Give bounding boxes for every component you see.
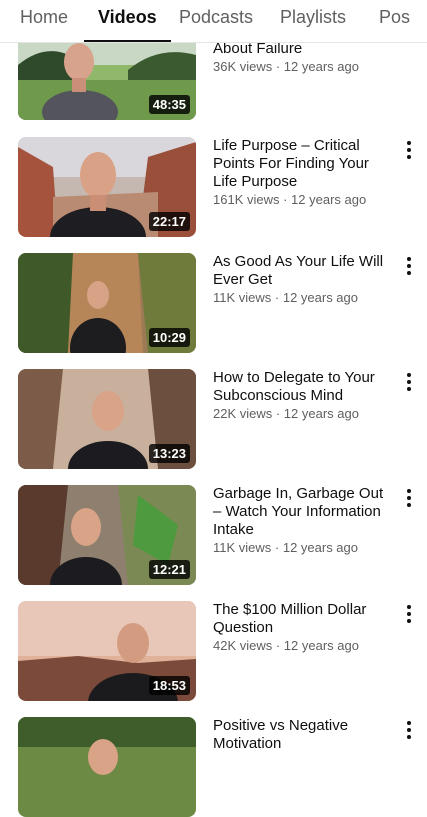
video-meta: Positive vs Negative Motivation (213, 717, 393, 753)
tab-playlists[interactable]: Playlists (280, 0, 346, 42)
video-stats: 11K views · 12 years ago (213, 540, 358, 555)
video-stats: 22K views · 12 years ago (213, 406, 359, 421)
video-row: 13:23 How to Delegate to Your Subconscio… (0, 369, 427, 469)
video-meta: As Good As Your Life Will Ever Get 11K v… (213, 253, 393, 306)
video-title[interactable]: Positive vs Negative Motivation (213, 717, 393, 753)
video-feed: 48:35 About Failure 36K views · 12 years… (0, 0, 427, 817)
more-options-icon[interactable] (399, 603, 419, 625)
video-meta: The $100 Million Dollar Question 42K vie… (213, 601, 393, 654)
tab-posts[interactable]: Pos (379, 0, 410, 42)
more-options-icon[interactable] (399, 487, 419, 509)
video-thumbnail[interactable] (18, 717, 196, 817)
video-title[interactable]: The $100 Million Dollar Question (213, 601, 393, 637)
video-meta: About Failure 36K views · 12 years ago (213, 40, 393, 75)
video-thumbnail[interactable]: 10:29 (18, 253, 196, 353)
video-row: 18:53 The $100 Million Dollar Question 4… (0, 601, 427, 701)
tab-videos[interactable]: Videos (84, 0, 171, 42)
more-options-icon[interactable] (399, 371, 419, 393)
video-duration: 13:23 (148, 444, 190, 463)
video-meta: Garbage In, Garbage Out – Watch Your Inf… (213, 485, 393, 556)
video-title[interactable]: Life Purpose – Critical Points For Findi… (213, 137, 393, 191)
video-duration: 10:29 (148, 328, 190, 347)
video-thumbnail[interactable]: 13:23 (18, 369, 196, 469)
video-stats: 161K views · 12 years ago (213, 192, 367, 207)
video-row: Positive vs Negative Motivation (0, 717, 427, 817)
video-duration: 22:17 (148, 212, 190, 231)
video-row: 12:21 Garbage In, Garbage Out – Watch Yo… (0, 485, 427, 585)
more-options-icon[interactable] (399, 255, 419, 277)
video-title[interactable]: Garbage In, Garbage Out – Watch Your Inf… (213, 485, 393, 539)
video-duration: 12:21 (148, 560, 190, 579)
video-row: 22:17 Life Purpose – Critical Points For… (0, 137, 427, 237)
video-title[interactable]: How to Delegate to Your Subconscious Min… (213, 369, 393, 405)
more-options-icon[interactable] (399, 139, 419, 161)
video-duration: 18:53 (148, 676, 190, 695)
video-thumbnail[interactable]: 18:53 (18, 601, 196, 701)
video-stats: 36K views · 12 years ago (213, 59, 359, 74)
video-stats: 42K views · 12 years ago (213, 638, 359, 653)
video-meta: How to Delegate to Your Subconscious Min… (213, 369, 393, 422)
video-row: 10:29 As Good As Your Life Will Ever Get… (0, 253, 427, 353)
video-duration: 48:35 (148, 95, 190, 114)
video-thumbnail[interactable]: 12:21 (18, 485, 196, 585)
video-stats: 11K views · 12 years ago (213, 290, 358, 305)
tab-home[interactable]: Home (20, 0, 68, 42)
video-meta: Life Purpose – Critical Points For Findi… (213, 137, 393, 208)
tab-podcasts[interactable]: Podcasts (179, 0, 253, 42)
video-thumbnail[interactable]: 22:17 (18, 137, 196, 237)
video-title[interactable]: As Good As Your Life Will Ever Get (213, 253, 393, 289)
channel-tabs: Home Videos Podcasts Playlists Pos (0, 0, 427, 43)
more-options-icon[interactable] (399, 719, 419, 741)
thumbnail-image (18, 717, 196, 817)
